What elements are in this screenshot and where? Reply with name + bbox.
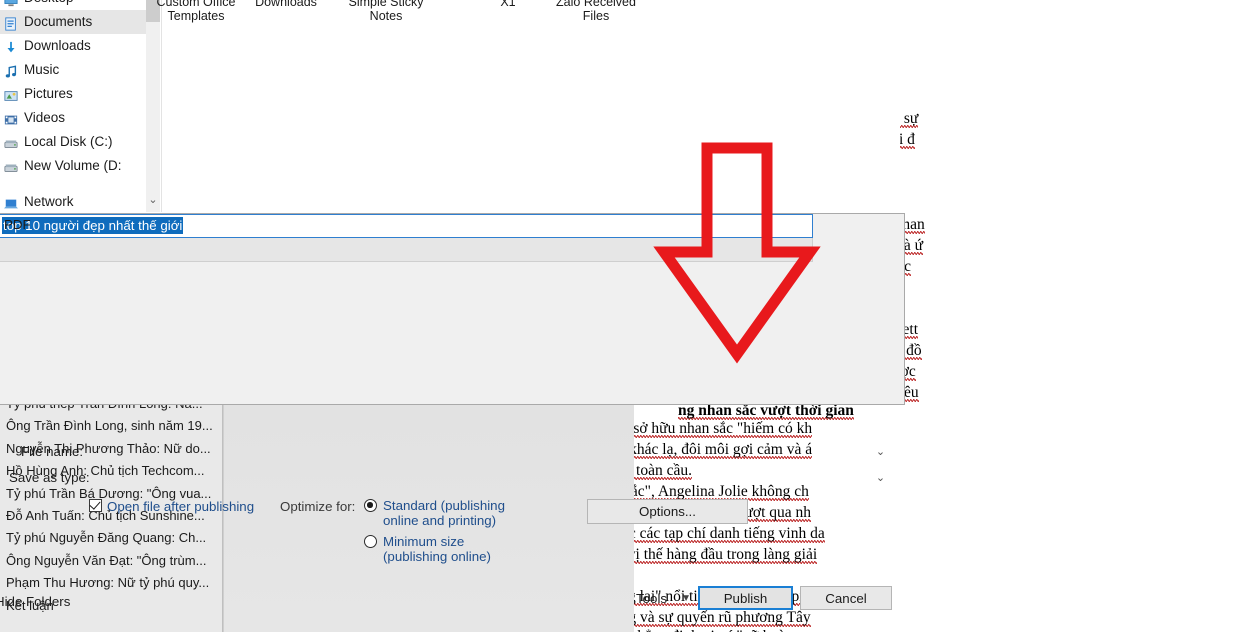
radio-minimum-size[interactable] xyxy=(364,535,377,548)
folder-label: X1 xyxy=(500,0,516,9)
explorer-file-list[interactable]: Custom Office Templates Downloads Simple S… xyxy=(157,0,900,212)
word-heading-item[interactable]: Tỷ phú thép Trần Đình Long: Na... xyxy=(0,404,222,415)
radio-standard[interactable] xyxy=(364,499,377,512)
sidebar-item-pictures[interactable]: Pictures xyxy=(0,82,160,106)
folder-item[interactable]: Custom Office Templates xyxy=(150,0,242,23)
document-paragraph-line: sắc đẹp truyền thống. Nhờ vậy, cô luôn đ… xyxy=(633,525,825,546)
sidebar-item-music[interactable]: Music xyxy=(0,58,160,82)
word-heading-item[interactable]: Ông Nguyễn Văn Đạt: "Ông trùm... xyxy=(0,550,222,572)
optimize-for-label: Optimize for: xyxy=(280,499,356,514)
folder-label: Custom Office Templates xyxy=(156,0,236,23)
explorer-nav-list[interactable]: Desktop Documents Downloads Music Pictures Vi… xyxy=(0,0,160,214)
folder-item[interactable]: X1 xyxy=(462,0,554,10)
document-paragraph-line: năng và phong cách sống ấn tượng. Vẻ đẹp… xyxy=(633,441,813,462)
savetype-select[interactable]: PDF xyxy=(0,217,813,262)
radio-standard-label[interactable]: Standard (publishing online and printing… xyxy=(383,498,505,528)
sidebar-item-local-disk-c[interactable]: Local Disk (C:) xyxy=(0,130,160,154)
chevron-down-icon: ⌄ xyxy=(875,445,886,458)
sidebar-item-label: Pictures xyxy=(24,86,73,101)
drive-icon xyxy=(4,159,18,173)
sidebar-item-downloads[interactable]: Downloads xyxy=(0,34,160,58)
downloads-icon xyxy=(4,39,18,53)
folder-item[interactable]: Simple Sticky Notes xyxy=(340,0,432,23)
sidebar-item-label: Desktop xyxy=(24,0,74,5)
open-after-publishing-label[interactable]: Open file after publishing xyxy=(107,499,254,514)
savetype-dropdown-button[interactable]: ⌄ xyxy=(858,466,903,488)
filename-input[interactable]: top 10 người đẹp nhất thế giới xyxy=(0,214,813,238)
drive-icon xyxy=(4,135,18,149)
chevron-down-icon: ⌄ xyxy=(875,471,886,484)
sidebar-item-label: New Volume (D: xyxy=(24,158,122,173)
sidebar-item-label: Music xyxy=(24,62,60,77)
check-icon xyxy=(89,498,101,510)
savetype-value: PDF xyxy=(4,217,31,232)
folder-item[interactable]: Downloads xyxy=(240,0,332,10)
sidebar-item-network[interactable]: Network xyxy=(0,190,160,214)
word-heading-item[interactable]: Tỷ phú Nguyễn Đăng Quang: Ch... xyxy=(0,527,222,549)
nav-scrollbar[interactable]: ⌄ xyxy=(146,0,160,212)
document-paragraph-line: top 10 người đẹp nhất thế giới và giữ vữ… xyxy=(633,546,818,567)
savetype-label: Save as type: xyxy=(9,470,90,485)
filename-label: File name: xyxy=(21,444,84,459)
document-paragraph-line: nhiều bộ phim đình đám, Liza Soberano đã… xyxy=(633,628,813,632)
document-paragraph-line: Angelina Jolie, một nữ minh tinh đình đá… xyxy=(633,420,813,441)
document-paragraph-line: sắc ngọt ngào, pha trộn nét dịu dàng Á Đ… xyxy=(633,609,811,630)
word-heading-item[interactable]: Ông Trần Đình Long, sinh năm 19... xyxy=(0,415,222,437)
chevron-down-icon: ▼ xyxy=(681,593,691,604)
documents-icon xyxy=(4,15,18,31)
filename-dropdown-button[interactable]: ⌄ xyxy=(858,440,903,462)
tools-label: Tools xyxy=(636,590,668,606)
open-after-publishing-checkbox[interactable] xyxy=(89,498,102,512)
folder-item[interactable]: Zalo Received Files xyxy=(550,0,642,23)
radio-minimum-size-label[interactable]: Minimum size (publishing online) xyxy=(383,534,491,564)
network-icon xyxy=(4,195,18,209)
sidebar-item-desktop[interactable]: Desktop xyxy=(0,0,160,10)
word-heading-item[interactable]: Phạm Thu Hương: Nữ tỷ phú quy... xyxy=(0,572,222,594)
document-paragraph-line: của cô đã chinh phục hàng triệu trái tim… xyxy=(633,462,692,483)
sidebar-item-videos[interactable]: Videos xyxy=(0,106,160,130)
folder-label: Zalo Received Files xyxy=(556,0,636,23)
publish-as-pdf-dialog: File name: top 10 người đẹp nhất thế giớ… xyxy=(0,213,905,610)
publish-button[interactable]: Publish xyxy=(698,586,793,610)
sidebar-item-label: Network xyxy=(24,194,74,209)
sidebar-item-label: Documents xyxy=(24,14,93,29)
music-icon xyxy=(4,63,18,78)
tools-button[interactable]: Tools ▼ xyxy=(625,586,699,610)
pictures-icon xyxy=(4,87,18,101)
hide-folders-button[interactable]: Hide Folders xyxy=(0,594,70,609)
folder-label: Simple Sticky Notes xyxy=(348,0,424,23)
options-button[interactable]: Options... xyxy=(587,499,748,524)
sidebar-item-documents[interactable]: Documents xyxy=(0,10,160,34)
sidebar-item-label: Videos xyxy=(24,110,66,125)
folder-label: Downloads xyxy=(255,0,317,9)
desktop-icon xyxy=(4,0,18,7)
videos-icon xyxy=(4,111,18,125)
sidebar-item-new-volume-d[interactable]: New Volume (D: xyxy=(0,154,160,178)
chevron-down-icon[interactable]: ⌄ xyxy=(146,192,160,208)
cancel-button[interactable]: Cancel xyxy=(800,586,892,610)
sidebar-item-label: Downloads xyxy=(24,38,91,53)
explorer-navigation-pane[interactable]: Desktop Documents Downloads Music Pictures Vi… xyxy=(0,0,160,212)
sidebar-item-label: Local Disk (C:) xyxy=(24,134,113,149)
